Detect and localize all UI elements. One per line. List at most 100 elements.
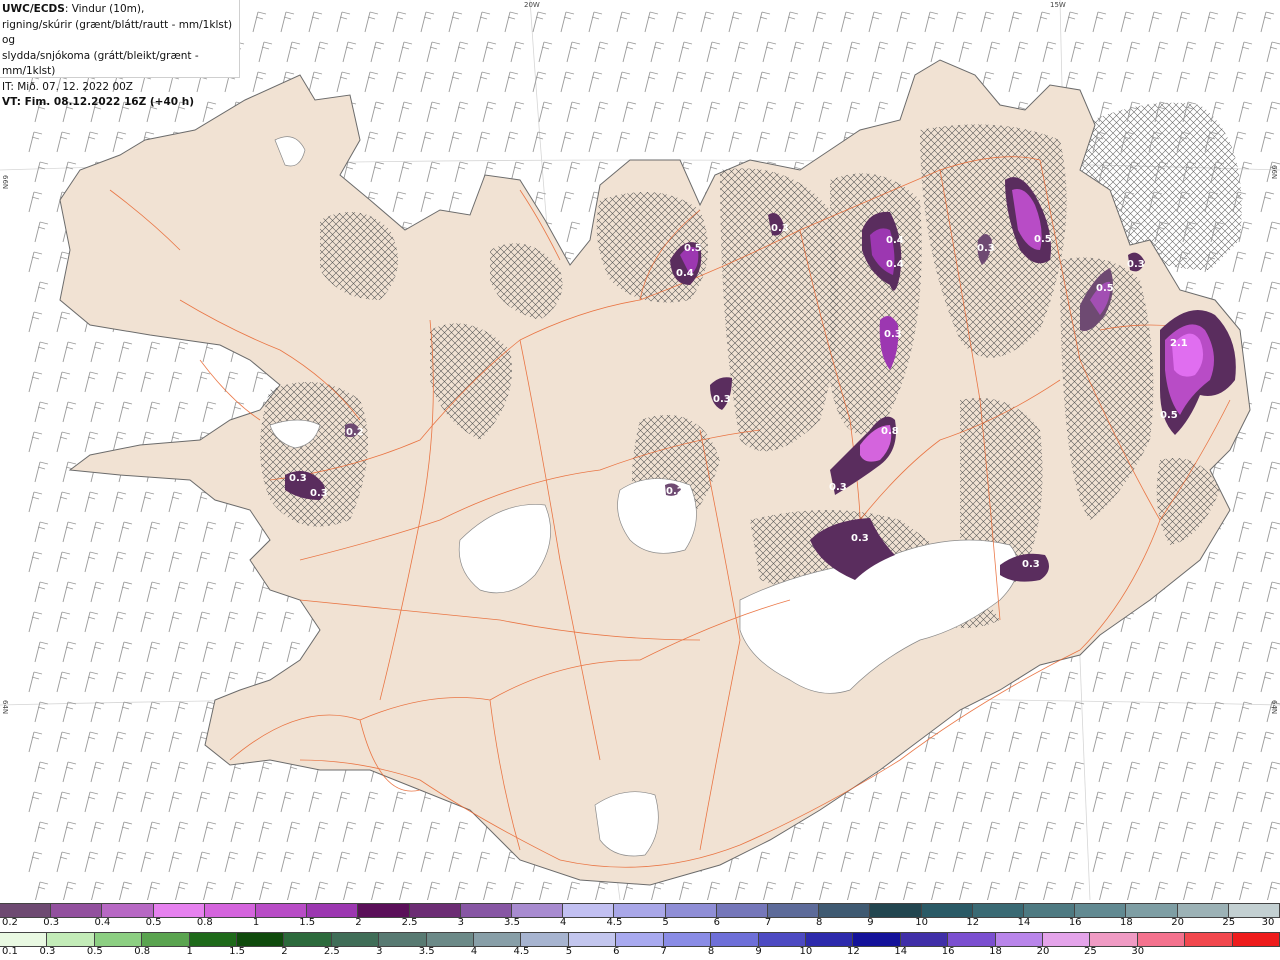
precip-label: 0.3 — [310, 488, 328, 499]
precip-label: 0.3 — [1022, 559, 1040, 570]
rain-legend-swatch — [1090, 933, 1138, 946]
snow-legend-swatch — [870, 904, 922, 917]
snow-legend-tick-label: 0.3 — [43, 917, 60, 928]
snow-legend-tick-label: 1 — [252, 917, 260, 928]
snow-legend-tick-label: 10 — [915, 917, 928, 928]
precip-label: 0.4 — [886, 235, 904, 246]
rain-legend-ticks: 0.1 0.3 0.5 0.8 1 1.5 2 2.5 3 3.5 4 4.5 5 6 7 8 9 10 12 14 1… — [0, 946, 1280, 960]
snow-legend-swatch — [358, 904, 410, 917]
lon-label-15w: 15W — [1050, 1, 1066, 9]
rain-legend-swatch — [758, 933, 806, 946]
snow-legend-tick-label: 9 — [867, 917, 874, 928]
snow-legend-tick-label: 4 — [560, 917, 567, 928]
rain-legend-tick-label: 7 — [660, 946, 667, 957]
snow-legend-tick-label: 30 — [1261, 917, 1275, 928]
rain-legend-swatch — [474, 933, 522, 946]
precip-label: 0.2 — [666, 486, 684, 497]
precip-label: 0.3 — [977, 243, 995, 254]
snow-legend-tick-label: 18 — [1120, 917, 1133, 928]
rain-legend-swatch — [616, 933, 664, 946]
rain-legend-swatch — [521, 933, 569, 946]
snow-legend-swatch — [716, 904, 769, 917]
snow-legend-swatch — [51, 904, 103, 917]
init-time: IT: Mið. 07. 12. 2022 00Z — [2, 80, 133, 93]
snow-legend-swatch — [307, 904, 359, 917]
lon-label-20w: 20W — [524, 1, 540, 9]
precip-label: 2.1 — [1170, 338, 1188, 349]
snow-legend-tick-label: 4.5 — [606, 917, 623, 928]
rain-legend-swatch — [426, 933, 475, 946]
rain-legend-swatch — [853, 933, 901, 946]
snow-legend-ticks: 0.2 0.3 0.4 0.5 0.8 1 1.5 2 2.5 3 3.5 4 4.5 5 6 7 8 9 10 12… — [0, 917, 1280, 931]
rain-legend-tick-label: 9 — [755, 946, 762, 957]
rain-legend-swatch — [663, 933, 712, 946]
rain-legend-tick-label: 1 — [186, 946, 193, 957]
map-title-box: UWC/ECDS: Vindur (10m), rigning/skúrir (… — [0, 0, 240, 108]
rain-legend-tick-label: 14 — [894, 946, 908, 957]
rain-legend-swatch — [948, 933, 996, 946]
rain-legend: 0.1 0.3 0.5 0.8 1 1.5 2 2.5 3 3.5 4 4.5 5 6 7 8 9 10 12 14 1… — [0, 932, 1280, 960]
snow-legend-tick-label: 5 — [662, 917, 669, 928]
title-line-3: slydda/snjókoma (grátt/bleikt/grænt - mm… — [2, 49, 199, 78]
lat-label-66n-right: 66N — [1270, 165, 1278, 179]
rain-legend-tick-label: 5 — [565, 946, 573, 957]
precip-label: 0.5 — [1096, 283, 1114, 294]
rain-legend-swatch — [805, 933, 854, 946]
precip-label: 0.5 — [1160, 410, 1178, 421]
rain-legend-swatch — [711, 933, 759, 946]
rain-legend-tick-label: 3 — [376, 946, 383, 957]
snow-legend-swatch — [768, 904, 820, 917]
rain-legend-tick-label: 30 — [1131, 946, 1145, 957]
rain-legend-swatch — [189, 933, 238, 946]
precip-label: 0.3 — [771, 223, 789, 234]
precip-label: 0.5 — [1034, 234, 1052, 245]
precip-label: 0.3 — [713, 394, 731, 405]
snow-legend-tick-label: 2 — [355, 917, 362, 928]
snow-legend-swatch — [972, 904, 1025, 917]
snow-legend-tick-label: 20 — [1171, 917, 1184, 928]
lat-label-64n-left: 64N — [1, 700, 9, 714]
snow-legend-tick-label: 12 — [966, 917, 980, 928]
rain-legend-tick-label: 0.8 — [134, 946, 151, 957]
snow-legend-tick-label: 6 — [713, 917, 720, 928]
snow-legend-swatch — [1024, 904, 1076, 917]
precip-label: 0.3 — [829, 482, 847, 493]
rain-legend-swatch — [94, 933, 143, 946]
snow-legend-swatch — [665, 904, 717, 917]
snow-legend-colorbar — [0, 903, 1280, 918]
precip-label: 0.8 — [881, 426, 899, 437]
rain-legend-swatch — [237, 933, 285, 946]
snow-legend-tick-label: 0.4 — [94, 917, 111, 928]
snow-legend-tick-label: 25 — [1222, 917, 1236, 928]
rain-legend-swatch — [1042, 933, 1091, 946]
snow-legend-swatch — [204, 904, 257, 917]
rain-legend-tick-label: 20 — [1036, 946, 1050, 957]
rain-legend-swatch — [1232, 933, 1280, 946]
snow-legend-swatch — [1126, 904, 1178, 917]
snow-legend-swatch — [1228, 904, 1280, 917]
precip-label: 0.3 — [884, 329, 902, 340]
snow-legend-swatch — [614, 904, 666, 917]
snow-legend-swatch — [512, 904, 564, 917]
rain-legend-tick-label: 18 — [989, 946, 1002, 957]
rain-legend-swatch — [900, 933, 949, 946]
rain-legend-tick-label: 25 — [1083, 946, 1097, 957]
rain-legend-tick-label: 12 — [846, 946, 860, 957]
rain-legend-swatch — [568, 933, 617, 946]
precip-label: 0.4 — [886, 259, 904, 270]
snow-legend-tick-label: 7 — [764, 917, 772, 928]
snow-legend-tick-label: 0.2 — [2, 917, 18, 928]
rain-legend-tick-label: 3.5 — [418, 946, 435, 957]
snow-legend-tick-label: 3.5 — [504, 917, 520, 928]
rain-legend-tick-label: 2 — [281, 946, 288, 957]
rain-legend-swatch — [47, 933, 95, 946]
rain-legend-tick-label: 0.3 — [39, 946, 56, 957]
rain-legend-swatch — [0, 933, 48, 946]
rain-legend-tick-label: 4.5 — [513, 946, 530, 957]
snow-legend-swatch — [921, 904, 973, 917]
snow-legend-tick-label: 2.5 — [401, 917, 418, 928]
snow-legend-swatch — [563, 904, 615, 917]
rain-legend-swatch — [1137, 933, 1186, 946]
title-line-2: rigning/skúrir (grænt/blátt/rautt - mm/1… — [2, 18, 233, 47]
snow-legend-swatch — [0, 904, 52, 917]
